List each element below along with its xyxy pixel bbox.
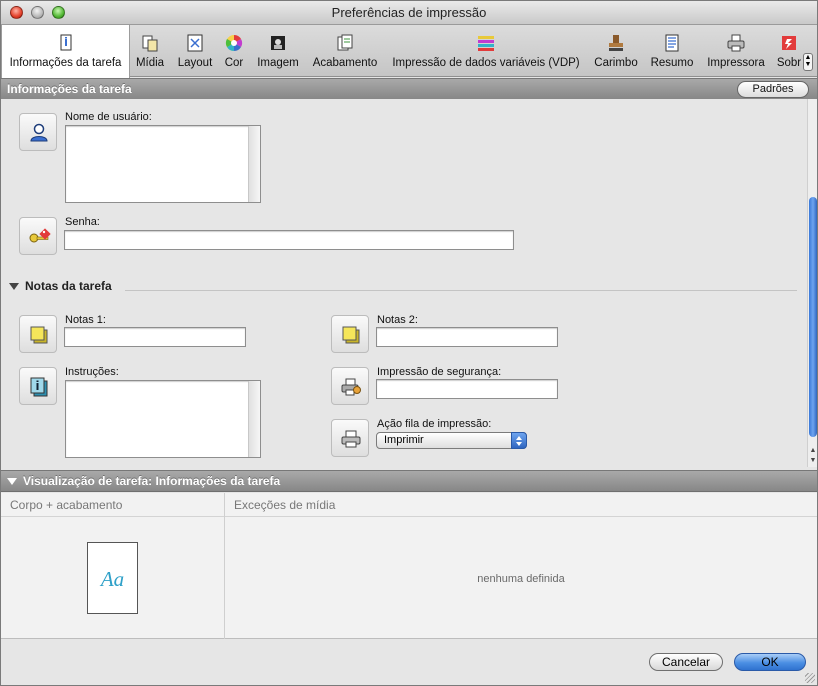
tab-layout[interactable]: Layout	[174, 25, 216, 77]
color-wheel-icon	[225, 34, 243, 52]
ok-button[interactable]: OK	[734, 653, 806, 671]
password-label: Senha:	[65, 216, 100, 228]
section-divider	[125, 290, 797, 291]
tab-finishing[interactable]: Acabamento	[308, 25, 382, 77]
cancel-button[interactable]: Cancelar	[649, 653, 723, 671]
tab-stamp[interactable]: Carimbo	[590, 25, 642, 77]
tab-label: Impressão de dados variáveis (VDP)	[392, 57, 580, 69]
tab-color[interactable]: Cor	[220, 25, 248, 77]
password-field[interactable]	[64, 230, 514, 250]
tab-label: Cor	[224, 57, 244, 69]
secure-print-icon-box	[331, 367, 369, 405]
section-header: Informações da tarefa Padrões	[1, 78, 817, 100]
media-exceptions-header: Exceções de mídia	[225, 493, 817, 517]
popup-arrows-icon	[511, 432, 527, 449]
tab-label: Imagem	[257, 57, 299, 69]
username-label: Nome de usuário:	[65, 111, 152, 123]
sticky-note-icon	[30, 326, 48, 344]
paper-preview-text: Aa	[100, 567, 125, 591]
print-preferences-window: Preferências de impressão Informações da…	[0, 0, 818, 686]
disclosure-triangle-icon[interactable]	[7, 478, 17, 485]
window-title: Preferências de impressão	[331, 5, 487, 20]
notes1-icon-box	[19, 315, 57, 353]
instructions-icon	[30, 377, 48, 397]
tab-label: Layout	[177, 57, 213, 69]
secure-print-label: Impressão de segurança:	[377, 366, 502, 378]
printer-icon	[727, 34, 745, 52]
user-icon	[30, 123, 48, 142]
paper-preview: Aa	[87, 542, 138, 614]
printer-icon	[341, 430, 361, 448]
tab-label: Impressora	[707, 57, 765, 69]
tab-printer[interactable]: Impressora	[702, 25, 770, 77]
key-icon	[29, 228, 51, 243]
no-exceptions-text: nenhuma definida	[477, 573, 565, 585]
form-scrollbar[interactable]: ▲ ▼	[807, 99, 817, 467]
stamp-icon	[609, 35, 623, 51]
disclosure-triangle-icon[interactable]	[9, 283, 19, 290]
preview-header[interactable]: Visualização de tarefa: Informações da t…	[1, 470, 817, 492]
instructions-icon-box	[19, 367, 57, 405]
notes1-field[interactable]	[64, 327, 246, 347]
queue-action-value: Imprimir	[384, 434, 424, 446]
media-icon	[142, 35, 158, 52]
scroll-up-arrow[interactable]: ▲	[809, 447, 817, 455]
image-icon	[271, 36, 285, 50]
job-info-form: Nome de usuário: Senha: Notas da tarefa …	[1, 99, 807, 467]
scroll-down-arrow[interactable]: ▼	[809, 457, 817, 465]
tab-image[interactable]: Imagem	[254, 25, 302, 77]
tab-label: Acabamento	[312, 57, 378, 69]
instructions-field[interactable]	[65, 380, 261, 458]
tab-label: Sobr	[776, 57, 802, 69]
tab-summary[interactable]: Resumo	[648, 25, 696, 77]
queue-action-label: Ação fila de impressão:	[377, 418, 492, 430]
layout-icon	[187, 34, 203, 52]
job-preview-panel: Corpo + acabamento Exceções de mídia Aa …	[1, 493, 817, 639]
vdp-icon	[478, 36, 494, 51]
body-finishing-header: Corpo + acabamento	[1, 493, 224, 517]
column-divider	[224, 493, 225, 639]
user-icon-box	[19, 113, 57, 151]
queue-action-icon-box	[331, 419, 369, 457]
secure-printer-icon	[341, 378, 361, 396]
summary-icon	[665, 34, 679, 52]
notes2-label: Notas 2:	[377, 314, 418, 326]
job-notes-title: Notas da tarefa	[25, 279, 112, 293]
tab-about[interactable]: Sobr	[774, 25, 804, 77]
tab-label: Mídia	[135, 57, 165, 69]
notes2-field[interactable]	[376, 327, 558, 347]
notes1-label: Notas 1:	[65, 314, 106, 326]
resize-grip-icon[interactable]	[805, 673, 815, 683]
instructions-label: Instruções:	[65, 366, 119, 378]
tab-label: Informações da tarefa	[9, 57, 122, 69]
instructions-scrollbar[interactable]	[248, 381, 260, 457]
secure-print-field[interactable]	[376, 379, 558, 399]
username-scrollbar[interactable]	[248, 126, 260, 202]
tab-label: Resumo	[650, 57, 694, 69]
sticky-note-icon	[342, 326, 360, 344]
password-icon-box	[19, 217, 57, 255]
defaults-button[interactable]: Padrões	[737, 81, 809, 98]
scrollbar-thumb[interactable]	[809, 197, 817, 437]
username-field[interactable]	[65, 125, 261, 203]
finishing-icon	[337, 34, 353, 51]
tab-vdp[interactable]: Impressão de dados variáveis (VDP)	[388, 25, 584, 77]
toolbar: Informações da tarefa Mídia Layout Cor I…	[1, 25, 817, 78]
tab-label: Carimbo	[594, 57, 638, 69]
about-icon	[782, 36, 796, 50]
job-info-icon	[60, 34, 71, 51]
dialog-footer: Cancelar OK	[1, 640, 817, 685]
preview-title: Visualização de tarefa: Informações da t…	[23, 474, 281, 488]
queue-action-select[interactable]: Imprimir	[376, 432, 527, 449]
title-bar: Preferências de impressão	[1, 1, 817, 25]
section-title: Informações da tarefa	[7, 82, 132, 96]
toolbar-overflow-stepper[interactable]: ▲ ▼	[803, 53, 813, 71]
tab-media[interactable]: Mídia	[132, 25, 168, 77]
notes2-icon-box	[331, 315, 369, 353]
tab-job-info[interactable]: Informações da tarefa	[1, 25, 130, 78]
